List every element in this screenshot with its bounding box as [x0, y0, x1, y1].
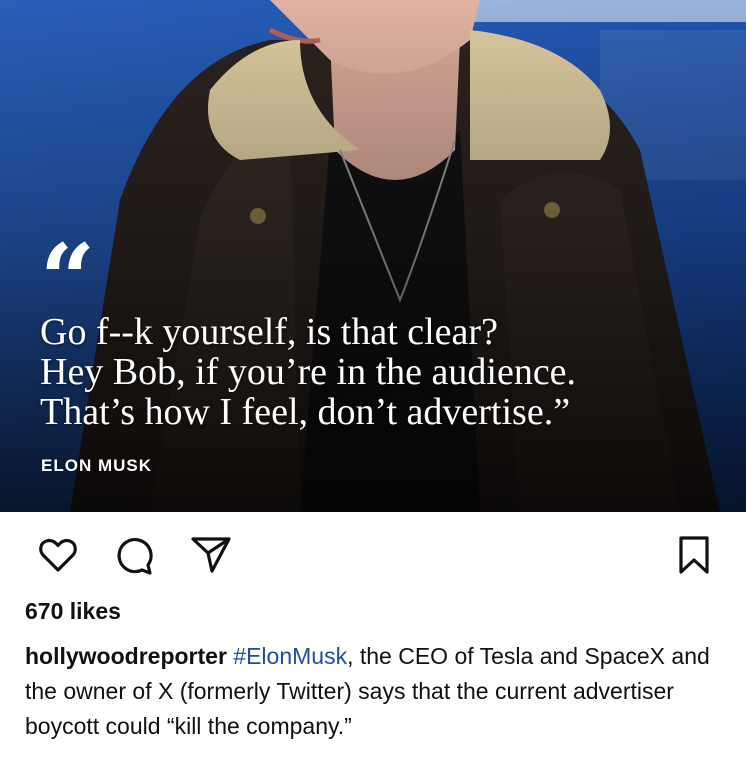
heart-icon: [39, 538, 77, 572]
send-icon: [191, 537, 231, 573]
quote-line: Hey Bob, if you’re in the audience.: [40, 351, 577, 393]
caption-username[interactable]: hollywoodreporter: [25, 643, 227, 669]
quote-attribution: ELON MUSK: [41, 456, 152, 475]
likes-count[interactable]: 670 likes: [25, 598, 121, 625]
comment-button[interactable]: [114, 535, 154, 580]
bookmark-icon: [679, 536, 709, 574]
comment-icon: [117, 538, 153, 575]
post-photo: [0, 0, 746, 512]
quote-text: Go f--k yourself, is that clear? Hey Bob…: [40, 312, 730, 432]
post-image[interactable]: “ Go f--k yourself, is that clear? Hey B…: [0, 0, 746, 512]
post-caption: hollywoodreporter #ElonMusk, the CEO of …: [25, 639, 725, 744]
like-button[interactable]: [38, 535, 78, 580]
quote-line: That’s how I feel, don’t advertise.”: [40, 391, 571, 433]
caption-hashtag[interactable]: #ElonMusk: [233, 643, 347, 669]
quote-line: Go f--k yourself, is that clear?: [40, 311, 498, 353]
save-button[interactable]: [676, 535, 712, 580]
share-button[interactable]: [190, 535, 232, 580]
